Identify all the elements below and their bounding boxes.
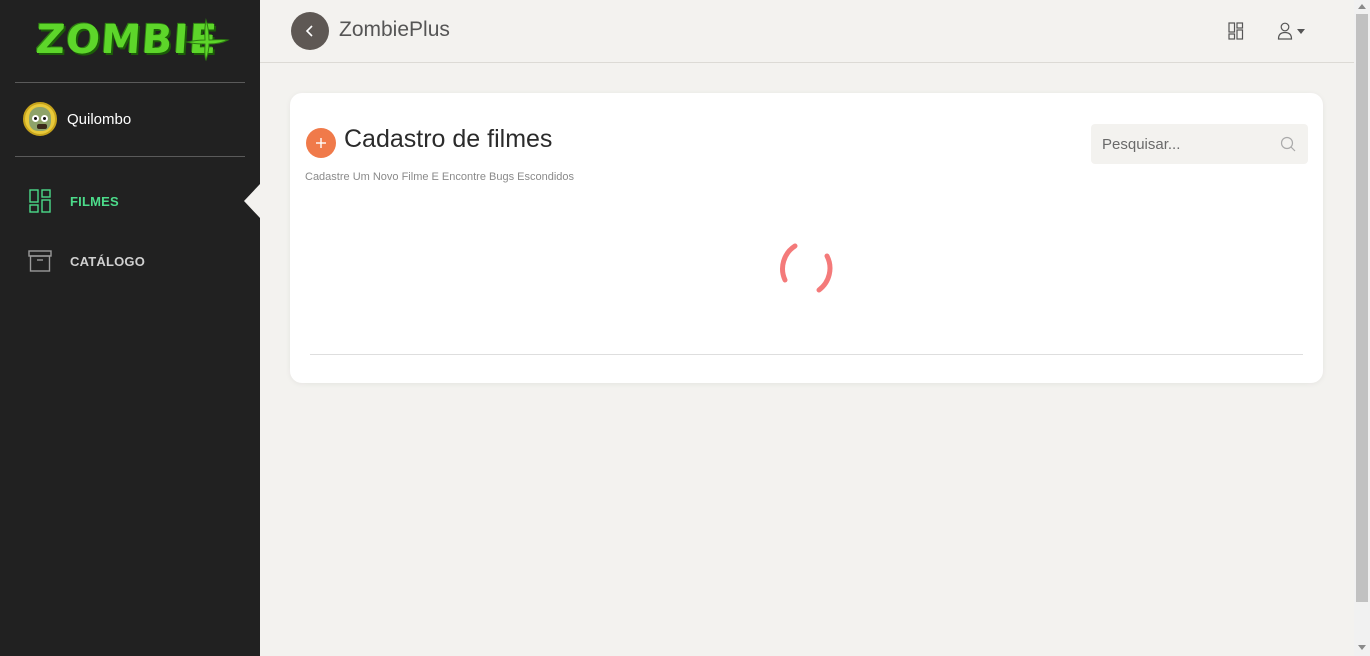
sidebar-item-catalogo[interactable]: CATÁLOGO: [28, 249, 145, 273]
scroll-up-arrow-icon[interactable]: [1358, 4, 1366, 9]
app-logo[interactable]: ZOMBIE: [34, 14, 230, 66]
sidebar-user[interactable]: Quilombo: [23, 102, 131, 136]
scroll-thumb[interactable]: [1356, 14, 1368, 602]
card-subtitle: Cadastre Um Novo Filme E Encontre Bugs E…: [305, 171, 575, 183]
page-scrollbar[interactable]: [1354, 0, 1370, 656]
search-input[interactable]: [1102, 135, 1272, 153]
search-icon[interactable]: [1280, 136, 1296, 152]
archive-box-icon: [28, 250, 52, 272]
movies-card: Cadastro de filmes Cadastre Um Novo Film…: [290, 93, 1323, 383]
top-bar: ZombiePlus: [260, 0, 1354, 63]
avatar: [23, 102, 57, 136]
sidebar-divider: [15, 82, 245, 83]
grid-icon: [1228, 22, 1244, 40]
logo-plus-icon: [185, 18, 230, 62]
user-menu-button[interactable]: [1277, 22, 1305, 40]
active-indicator: [244, 184, 260, 218]
username: Quilombo: [67, 110, 132, 128]
sidebar-item-label: FILMES: [70, 193, 119, 209]
chevron-left-icon: [305, 25, 313, 37]
scroll-down-arrow-icon[interactable]: [1358, 645, 1366, 650]
card-divider: [310, 354, 1303, 355]
back-button[interactable]: [291, 12, 329, 50]
add-movie-button[interactable]: [306, 128, 336, 158]
card-title: Cadastro de filmes: [344, 125, 553, 153]
chevron-down-icon: [1297, 28, 1305, 34]
dashboard-icon: [29, 189, 51, 213]
user-icon: [1277, 22, 1293, 40]
sidebar-item-label: CATÁLOGO: [70, 253, 146, 269]
loading-spinner-icon: [780, 243, 833, 293]
sidebar-item-filmes[interactable]: FILMES: [28, 189, 119, 213]
grid-view-button[interactable]: [1228, 22, 1244, 45]
search-box[interactable]: [1091, 124, 1308, 164]
sidebar-divider: [15, 156, 245, 157]
sidebar: ZOMBIE Quilombo FILMES CATÁLOGO: [0, 0, 260, 656]
plus-icon: [316, 138, 326, 148]
page-title: ZombiePlus: [339, 18, 450, 41]
